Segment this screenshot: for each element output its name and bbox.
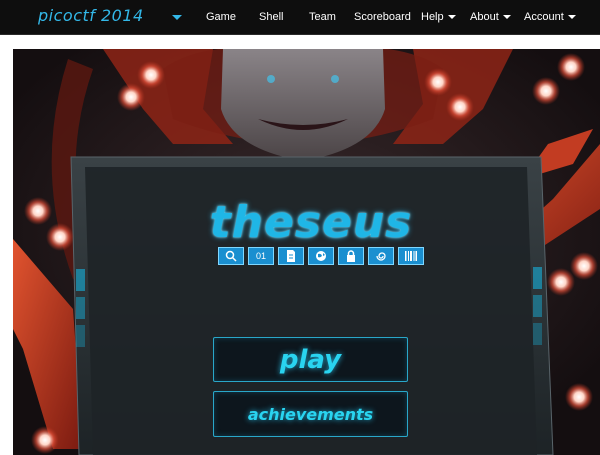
game-canvas[interactable]: theseus 01 play achievements: [13, 49, 600, 455]
game-title: theseus: [209, 197, 413, 248]
nav-scoreboard[interactable]: Scoreboard: [354, 11, 411, 23]
play-button[interactable]: play: [213, 337, 408, 382]
nav-account[interactable]: Account: [524, 11, 576, 23]
nav-game-label: Game: [206, 11, 236, 23]
globe-icon: [308, 247, 334, 265]
binary-icon-glyph: 01: [255, 250, 266, 261]
swirl-icon: [368, 247, 394, 265]
nav-about[interactable]: About: [470, 11, 511, 23]
nav-team[interactable]: Team: [309, 11, 336, 23]
binary-icon: 01: [248, 247, 274, 265]
brand-dropdown-caret-icon[interactable]: [172, 15, 182, 20]
achievements-button[interactable]: achievements: [213, 391, 408, 437]
nav-about-label: About: [470, 11, 499, 23]
achievements-button-label: achievements: [247, 404, 374, 424]
nav-help[interactable]: Help: [421, 11, 456, 23]
play-button-label: play: [279, 344, 342, 375]
nav-account-label: Account: [524, 11, 564, 23]
top-navbar: picoctf 2014 Game Shell Team Scoreboard …: [0, 0, 600, 35]
barcode-icon: [398, 247, 424, 265]
chevron-down-icon: [502, 15, 511, 20]
nav-team-label: Team: [309, 11, 336, 23]
nav-shell[interactable]: Shell: [259, 11, 283, 23]
nav-shell-label: Shell: [259, 11, 284, 23]
nav-help-label: Help: [421, 11, 444, 23]
magnifier-icon: [218, 247, 244, 265]
nav-scoreboard-label: Scoreboard: [354, 11, 411, 23]
chevron-down-icon: [447, 15, 456, 20]
chevron-down-icon: [567, 15, 576, 20]
lock-icon: [338, 247, 364, 265]
document-icon: [278, 247, 304, 265]
brand-logo[interactable]: picoctf 2014: [38, 6, 144, 25]
skill-icon-strip: 01: [218, 247, 424, 265]
nav-game[interactable]: Game: [206, 11, 236, 23]
